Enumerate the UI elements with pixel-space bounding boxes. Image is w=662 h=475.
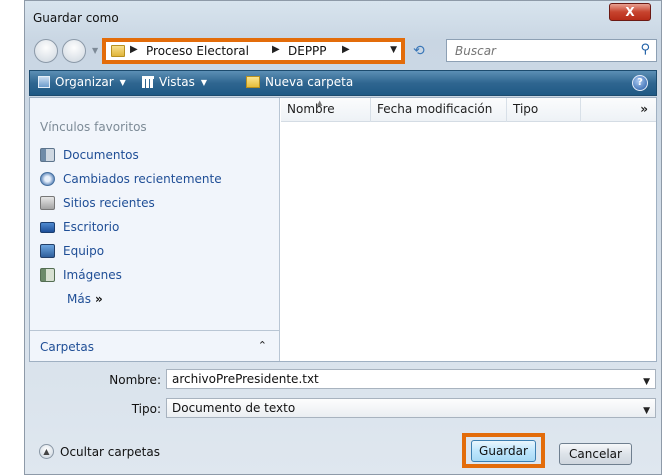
breadcrumb-proceso-electoral[interactable]: Proceso Electoral (146, 44, 249, 58)
computer-icon (40, 244, 55, 258)
sidebar-item-documents[interactable]: Documentos (40, 148, 139, 162)
save-button-highlight: Guardar (462, 433, 545, 468)
breadcrumb-arrow-icon[interactable]: ▶ (272, 44, 280, 55)
documents-icon (40, 148, 55, 162)
address-bar[interactable]: ▶ Proceso Electoral ▶ DEPPP ▶ ▼ (102, 38, 405, 64)
save-as-dialog: Guardar como X ▼ ▶ Proceso Electoral ▶ D… (24, 0, 662, 475)
recent-sites-icon (40, 196, 55, 210)
views-icon (142, 76, 154, 88)
sort-arrow-icon: ▲ (317, 99, 323, 107)
recent-pages-chevron-icon[interactable]: ▼ (92, 46, 98, 55)
file-name-combobox[interactable]: ▼ (166, 369, 656, 389)
pictures-icon (40, 268, 55, 282)
new-folder-icon (246, 76, 260, 88)
search-icon[interactable]: ⚲ (640, 42, 650, 57)
more-label: Más (67, 292, 91, 306)
sidebar-item-label: Cambiados recientemente (63, 172, 222, 186)
search-box[interactable]: ⚲ (446, 39, 657, 62)
chevron-down-icon[interactable]: ▼ (643, 373, 650, 391)
dialog-title: Guardar como (33, 11, 119, 25)
sidebar-item-desktop[interactable]: Escritorio (40, 220, 119, 234)
back-button[interactable] (34, 39, 58, 63)
recently-changed-icon (40, 172, 55, 186)
sidebar-item-label: Escritorio (63, 220, 120, 234)
column-header-row: ▲ Nombre Fecha modificación Tipo » (281, 98, 656, 122)
chevron-up-icon: ⌃ (257, 339, 267, 352)
folders-toggle[interactable]: Carpetas ⌃ (30, 330, 279, 361)
command-toolbar: Organizar ▼ Vistas ▼ Nueva carpeta ? (29, 70, 657, 96)
browser-pane: Vínculos favoritos Documentos Cambiados … (29, 97, 657, 362)
sidebar-item-label: Sitios recientes (63, 196, 155, 210)
save-button[interactable]: Guardar (471, 440, 536, 462)
sidebar-item-label: Imágenes (63, 268, 122, 282)
organize-icon (38, 76, 50, 88)
file-name-field[interactable] (172, 370, 631, 388)
folder-icon (111, 45, 125, 57)
column-header-date-modified[interactable]: Fecha modificación (371, 98, 507, 122)
chevron-up-icon: ▲ (39, 444, 54, 459)
search-input[interactable] (447, 40, 627, 61)
more-links-button[interactable]: Más» (67, 292, 103, 306)
new-folder-label: Nueva carpeta (265, 75, 354, 89)
more-columns-icon[interactable]: » (640, 102, 648, 116)
file-list[interactable]: ▲ Nombre Fecha modificación Tipo » (281, 98, 656, 361)
breadcrumb-arrow-icon[interactable]: ▶ (130, 44, 138, 55)
chevron-down-icon: ▼ (119, 77, 126, 87)
file-type-select[interactable]: Documento de texto ▼ (166, 398, 656, 418)
sidebar-item-label: Documentos (63, 148, 139, 162)
file-type-label: Tipo: (131, 402, 161, 416)
sidebar-item-computer[interactable]: Equipo (40, 244, 104, 258)
refresh-icon[interactable]: ⟲ (413, 43, 425, 59)
hide-folders-button[interactable]: ▲ Ocultar carpetas (39, 444, 160, 459)
address-dropdown-icon[interactable]: ▼ (390, 45, 397, 55)
double-chevron-right-icon: » (94, 292, 103, 306)
views-menu[interactable]: Vistas ▼ (142, 75, 207, 89)
desktop-icon (40, 221, 55, 233)
organize-label: Organizar (55, 75, 114, 89)
hide-folders-label: Ocultar carpetas (60, 444, 160, 459)
views-label: Vistas (159, 75, 195, 89)
file-name-label: Nombre: (109, 373, 161, 387)
column-header-name[interactable]: ▲ Nombre (281, 98, 371, 122)
forward-button[interactable] (62, 39, 86, 63)
navigation-pane: Vínculos favoritos Documentos Cambiados … (30, 98, 280, 361)
sidebar-item-recently-changed[interactable]: Cambiados recientemente (40, 172, 222, 186)
sidebar-item-label: Equipo (63, 244, 105, 258)
help-icon[interactable]: ? (632, 75, 648, 91)
close-button[interactable]: X (609, 3, 651, 21)
chevron-down-icon: ▼ (200, 77, 207, 87)
organize-menu[interactable]: Organizar ▼ (38, 75, 126, 89)
breadcrumb-arrow-icon[interactable]: ▶ (342, 44, 350, 55)
cancel-button[interactable]: Cancelar (559, 443, 632, 465)
breadcrumb-deppp[interactable]: DEPPP (288, 44, 327, 58)
favorite-links-heading: Vínculos favoritos (40, 120, 147, 134)
file-type-value: Documento de texto (172, 401, 296, 415)
folders-label: Carpetas (40, 340, 94, 354)
chevron-down-icon[interactable]: ▼ (643, 402, 650, 420)
new-folder-button[interactable]: Nueva carpeta (246, 75, 353, 89)
column-header-type[interactable]: Tipo (507, 98, 581, 122)
sidebar-item-recent-sites[interactable]: Sitios recientes (40, 196, 155, 210)
title-bar: Guardar como X (25, 1, 661, 33)
sidebar-item-pictures[interactable]: Imágenes (40, 268, 122, 282)
